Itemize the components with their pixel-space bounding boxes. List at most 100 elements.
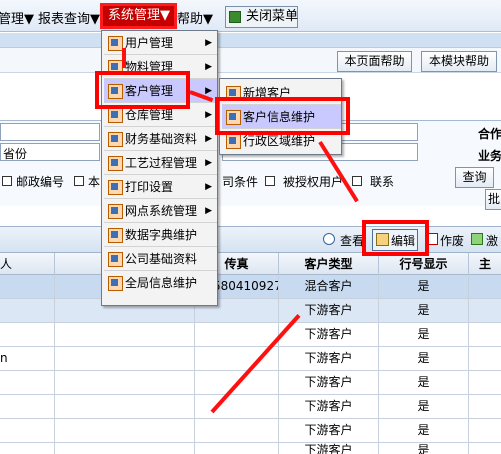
cell-customer-type: 混合客户	[279, 275, 379, 299]
menubar: 管理▼ 报表查询▼ 系统管理▼ 帮助▼ 关闭菜单	[0, 0, 501, 32]
menu-system-management[interactable]: 系统管理▼	[100, 3, 177, 29]
close-menu-label: 关闭菜单	[246, 9, 299, 24]
cell-customer-type: 下游客户	[279, 419, 379, 443]
table-row[interactable]: 下游客户 是	[0, 371, 501, 395]
help-toolbar: 本页面帮助 本模块帮助	[0, 48, 501, 73]
cell-customer-type: 下游客户	[279, 443, 379, 454]
query-button[interactable]: 查询	[455, 167, 494, 188]
authorized-user-checkbox[interactable]	[352, 176, 362, 186]
company-condition-label: 司条件	[222, 175, 259, 189]
menu-item-icon	[108, 36, 123, 51]
highlight-customer-management	[95, 71, 190, 109]
table-row[interactable]: 下游客户 是	[0, 299, 501, 323]
grid-header: 人 传真 客户类型 行号显示 主	[0, 253, 501, 275]
page-help-button[interactable]: 本页面帮助	[337, 51, 412, 72]
menu-help[interactable]: 帮助▼	[177, 8, 213, 27]
view-label: 查看	[340, 234, 365, 248]
cell-blank	[55, 371, 195, 395]
menu-report-query[interactable]: 报表查询▼	[38, 8, 100, 27]
local-checkbox[interactable]	[74, 176, 84, 186]
menu-item-print-settings[interactable]: 打印设置 ▶	[104, 175, 217, 199]
cell-blank	[55, 347, 195, 371]
menu-item-icon	[108, 228, 123, 243]
table-row[interactable]: 下游客户 是	[0, 323, 501, 347]
cell-customer-type: 下游客户	[279, 347, 379, 371]
submenu-arrow-icon: ▶	[205, 110, 212, 120]
menu-item-icon	[108, 276, 123, 291]
cell-blank	[55, 395, 195, 419]
cell-fax	[195, 419, 279, 443]
cell-first	[0, 275, 55, 299]
menu-item-icon	[108, 180, 123, 195]
menu-item-label: 打印设置	[125, 180, 174, 194]
cell-fax	[195, 395, 279, 419]
menu-item-icon	[108, 108, 123, 123]
table-row[interactable]: 下游客户 是	[0, 395, 501, 419]
search-field-1[interactable]	[0, 123, 100, 141]
local-label: 本	[88, 175, 101, 189]
batch-button[interactable]: 批	[485, 189, 501, 210]
cell-customer-type: 下游客户	[279, 395, 379, 419]
menu-item-company-basics[interactable]: 公司基础资料	[104, 247, 217, 271]
module-help-button[interactable]: 本模块帮助	[421, 51, 497, 72]
company-condition-checkbox[interactable]	[265, 176, 275, 186]
column-person[interactable]: 人	[0, 253, 55, 275]
view-button[interactable]: 查看	[321, 230, 364, 250]
submenu-arrow-icon: ▶	[205, 134, 212, 144]
submenu-arrow-icon: ▶	[205, 182, 212, 192]
activate-icon	[471, 233, 483, 245]
table-row[interactable]: 580410927 混合客户 是	[0, 275, 501, 299]
menu-item-label: 数据字典维护	[125, 228, 198, 242]
cell-main	[469, 395, 501, 419]
menu-item-label: 全局信息维护	[125, 276, 198, 290]
column-main[interactable]: 主	[469, 253, 501, 275]
menu-item-finance-basics[interactable]: 财务基础资料 ▶	[104, 127, 217, 151]
magnifier-icon	[323, 233, 335, 245]
menu-item-icon	[108, 132, 123, 147]
cell-main	[469, 275, 501, 299]
menu-item-label: 网点系统管理	[125, 204, 198, 218]
close-menu-icon	[229, 11, 241, 23]
cell-row-display: 是	[379, 371, 469, 395]
cell-first	[0, 323, 55, 347]
void-button[interactable]: 作废	[426, 230, 466, 250]
menu-item-process-management[interactable]: 工艺过程管理 ▶	[104, 151, 217, 175]
cell-first	[0, 443, 55, 454]
cell-first	[0, 395, 55, 419]
void-label: 作废	[440, 234, 465, 248]
header-band	[0, 33, 501, 48]
activate-button[interactable]: 激	[469, 230, 501, 250]
column-row-display[interactable]: 行号显示	[379, 253, 469, 275]
menu-item-global-info[interactable]: 全局信息维护	[104, 271, 217, 295]
menu-manage[interactable]: 管理▼	[0, 8, 34, 27]
menu-item-outlet-system[interactable]: 网点系统管理 ▶	[104, 199, 217, 223]
cell-row-display: 是	[379, 443, 469, 454]
menu-item-user-management[interactable]: 用户管理 ▶	[104, 31, 217, 55]
cell-fax	[195, 443, 279, 454]
table-row[interactable]: 下游客户 是	[0, 443, 501, 454]
table-row[interactable]: 下游客户 是	[0, 419, 501, 443]
cell-first	[0, 299, 55, 323]
submenu-arrow-icon: ▶	[205, 62, 212, 72]
cell-main	[469, 299, 501, 323]
cell-customer-type: 下游客户	[279, 371, 379, 395]
postal-code-checkbox[interactable]	[2, 176, 12, 186]
menu-item-data-dictionary[interactable]: 数据字典维护	[104, 223, 217, 247]
menu-item-icon	[108, 204, 123, 219]
column-customer-type[interactable]: 客户类型	[279, 253, 379, 275]
cell-main	[469, 443, 501, 454]
submenu-arrow-icon: ▶	[205, 206, 212, 216]
cooperation-label: 合作	[478, 127, 501, 141]
menu-item-label: 用户管理	[125, 36, 174, 50]
province-field[interactable]: 省份	[0, 143, 100, 161]
menu-item-icon	[226, 134, 241, 149]
cell-fax	[195, 323, 279, 347]
cell-main	[469, 419, 501, 443]
province-label: 省份	[3, 147, 28, 161]
close-menu-button[interactable]: 关闭菜单	[225, 6, 298, 28]
cell-main	[469, 371, 501, 395]
submenu-arrow-icon: ▶	[205, 38, 212, 48]
business-label: 业务	[478, 149, 501, 163]
menu-item-label: 财务基础资料	[125, 132, 198, 146]
cell-main	[469, 347, 501, 371]
